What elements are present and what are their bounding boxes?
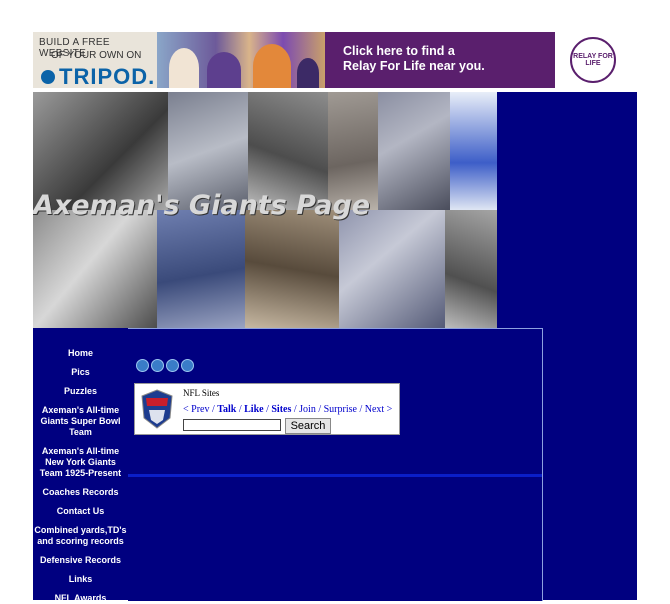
relay-for-life-logo: RELAY FOR LIFE [555, 32, 631, 88]
webring-prev-link[interactable]: < Prev [183, 404, 209, 415]
webring-title: NFL Sites [183, 388, 220, 398]
site-title: Axeman's Giants Page [33, 190, 371, 221]
sidebar-item-super-bowl-team[interactable]: Axeman's All-time Giants Super Bowl Team [33, 405, 128, 438]
sidebar-item-defensive-records[interactable]: Defensive Records [33, 555, 128, 566]
relay-ad-line1: Click here to find a [343, 44, 455, 58]
sidebar-item-links[interactable]: Links [33, 574, 128, 585]
nfl-webring-widget: NFL Sites < Prev / Talk / Like / Sites /… [134, 383, 400, 435]
webring-like-link[interactable]: Like [244, 404, 263, 415]
relay-ad-line2: Relay For Life near you. [343, 59, 485, 73]
toolbar-icons [136, 359, 194, 372]
sidebar-item-puzzles[interactable]: Puzzles [33, 386, 128, 397]
sidebar-item-nfl-awards[interactable]: NFL Awards [33, 593, 128, 604]
header-side-panel [497, 92, 637, 328]
tripod-relay-ad-banner[interactable]: BUILD A FREE WEBSITE OF YOUR OWN ON TRIP… [33, 32, 631, 88]
sidebar-item-contact-us[interactable]: Contact Us [33, 506, 128, 517]
webring-join-link[interactable]: Join [299, 404, 316, 415]
webring-search-input[interactable] [183, 419, 281, 431]
tripod-ad-line2: OF YOUR OWN ON [51, 50, 142, 61]
relay-ad-photo [157, 32, 325, 88]
webring-search-button[interactable]: Search [285, 418, 331, 434]
relay-ad-text[interactable]: Click here to find a Relay For Life near… [325, 32, 555, 88]
circle-icon-2[interactable] [151, 359, 164, 372]
main-content: NFL Sites < Prev / Talk / Like / Sites /… [128, 328, 543, 601]
content-divider [128, 474, 542, 477]
webring-next-link[interactable]: Next > [365, 404, 393, 415]
circle-icon-3[interactable] [166, 359, 179, 372]
webring-sites-link[interactable]: Sites [271, 404, 291, 415]
sidebar-item-coaches-records[interactable]: Coaches Records [33, 487, 128, 498]
webring-talk-link[interactable]: Talk [217, 404, 236, 415]
sidebar-item-home[interactable]: Home [33, 348, 128, 359]
nfl-shield-icon[interactable] [139, 388, 175, 430]
circle-icon-1[interactable] [136, 359, 149, 372]
webring-links: < Prev / Talk / Like / Sites / Join / Su… [183, 404, 393, 415]
tripod-logo: TRIPOD. [41, 64, 155, 88]
tripod-brand-text: TRIPOD. [59, 64, 156, 88]
relay-badge-icon: RELAY FOR LIFE [570, 37, 616, 83]
header-collage-image: Axeman's Giants Page [33, 92, 497, 328]
sidebar-nav: Home Pics Puzzles Axeman's All-time Gian… [33, 328, 128, 603]
circle-icon-4[interactable] [181, 359, 194, 372]
webring-surprise-link[interactable]: Surprise [324, 404, 357, 415]
sidebar-item-pics[interactable]: Pics [33, 367, 128, 378]
content-side-panel [543, 328, 637, 600]
sidebar-item-combined-yards[interactable]: Combined yards,TD's and scoring records [33, 525, 128, 547]
tripod-logo-icon [41, 70, 55, 84]
sidebar-item-all-time-team[interactable]: Axeman's All-time New York Giants Team 1… [33, 446, 128, 479]
tripod-ad[interactable]: BUILD A FREE WEBSITE OF YOUR OWN ON TRIP… [33, 32, 157, 88]
